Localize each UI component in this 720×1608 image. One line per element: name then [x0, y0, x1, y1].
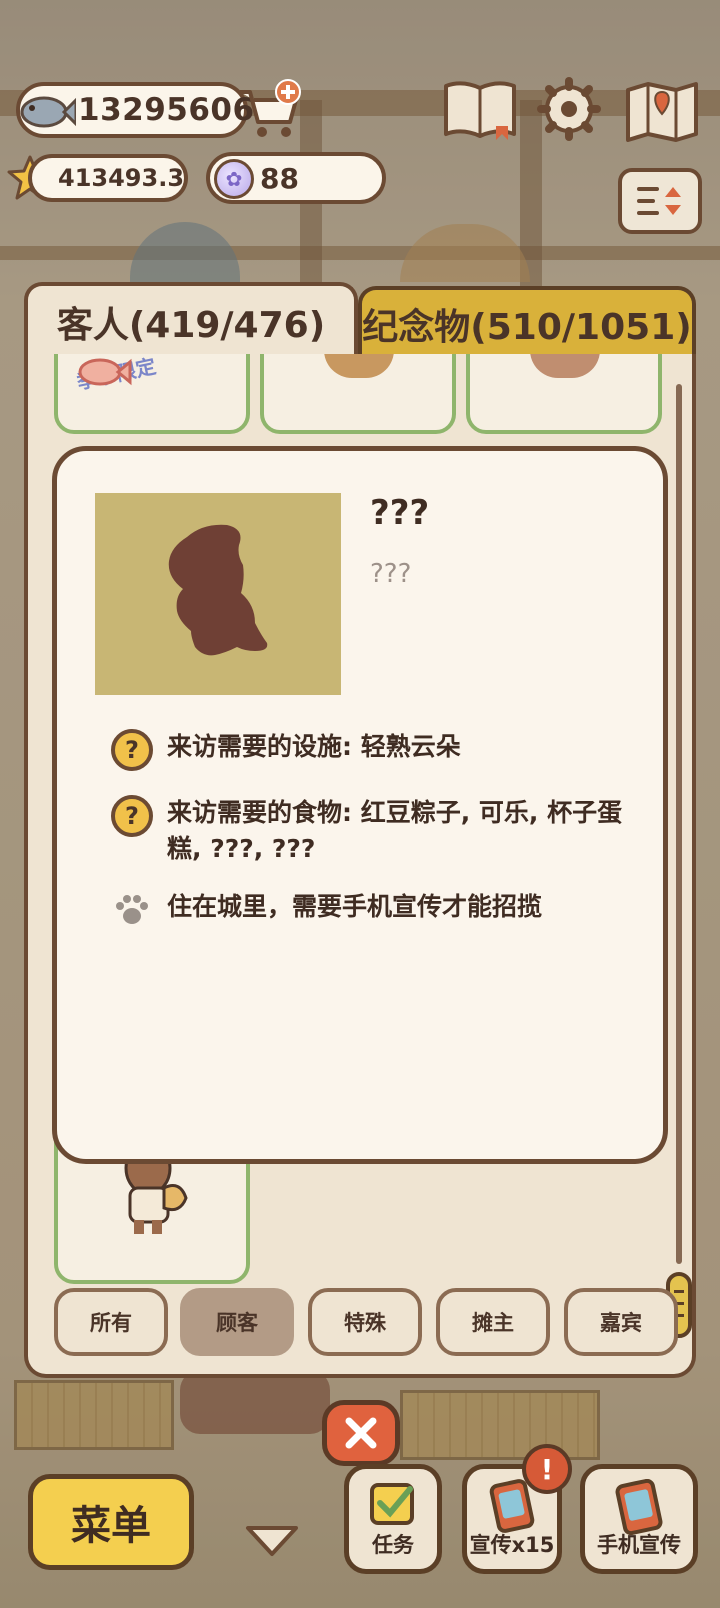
- menu-label: 菜单: [71, 1503, 151, 1549]
- shop-cart-button[interactable]: [236, 78, 302, 142]
- paw-coin-icon: ✿: [214, 159, 254, 199]
- promotion-x15-label: 宣传x15: [469, 1533, 555, 1557]
- sort-icon: [637, 187, 681, 215]
- guest-detail-card: ??? ??? ? 来访需要的设施: 轻熟云朵 ? 来访需要的食物: 红豆粽子,…: [52, 446, 668, 1164]
- fish-currency-display: 13295606: [16, 82, 254, 138]
- season-fish-icon: [78, 358, 132, 386]
- close-button[interactable]: [322, 1400, 400, 1466]
- guest-name: ???: [370, 493, 430, 533]
- guest-card[interactable]: [260, 354, 456, 434]
- filter-label: 摊主: [472, 1311, 514, 1335]
- guest-description: ???: [370, 559, 412, 589]
- map-icon[interactable]: [622, 76, 702, 142]
- filter-label: 顾客: [216, 1311, 258, 1335]
- guest-habitat-note: 住在城里，需要手机宣传才能招揽: [111, 889, 637, 931]
- book-icon[interactable]: [440, 76, 520, 142]
- paw-icon: [111, 889, 153, 931]
- tab-souvenirs-label: 纪念物(510/1051): [362, 307, 692, 348]
- guest-habitat-text: 住在城里，需要手机宣传才能招揽: [167, 892, 543, 921]
- filter-special[interactable]: 特殊: [308, 1288, 422, 1356]
- paw-coin-count: 88: [260, 161, 299, 195]
- facility-requirement-text: 来访需要的设施: 轻熟云朵: [167, 732, 461, 761]
- phone-promotion-button[interactable]: 手机宣传: [580, 1464, 698, 1574]
- filter-label: 特殊: [344, 1311, 386, 1335]
- filter-label: 所有: [90, 1311, 132, 1335]
- question-icon: ?: [111, 729, 153, 771]
- tab-guests-label: 客人(419/476): [56, 305, 326, 346]
- checklist-icon: [370, 1483, 414, 1525]
- filter-label: 嘉宾: [600, 1311, 642, 1335]
- filter-all[interactable]: 所有: [54, 1288, 168, 1356]
- fish-count: 13295606: [78, 92, 255, 128]
- star-count: 413493.3: [58, 164, 185, 192]
- collapse-arrow-icon[interactable]: [242, 1520, 302, 1560]
- tasks-label: 任务: [372, 1533, 414, 1557]
- sort-button[interactable]: [618, 168, 702, 234]
- close-icon: [345, 1417, 377, 1449]
- tasks-button[interactable]: 任务: [344, 1464, 442, 1574]
- star-currency-display: 413493.3: [28, 154, 188, 202]
- scrollbar-track[interactable]: [676, 384, 682, 1264]
- fish-icon: [20, 96, 76, 128]
- filter-vendors[interactable]: 摊主: [436, 1288, 550, 1356]
- filter-guests-vip[interactable]: 嘉宾: [564, 1288, 678, 1356]
- facility-requirement: ? 来访需要的设施: 轻熟云朵: [111, 729, 637, 771]
- tab-souvenirs[interactable]: 纪念物(510/1051): [358, 286, 696, 358]
- menu-button[interactable]: 菜单: [28, 1474, 194, 1570]
- food-requirement-text: 来访需要的食物: 红豆粽子, 可乐, 杯子蛋糕, ???, ???: [167, 798, 623, 863]
- gear-icon[interactable]: [534, 76, 604, 142]
- unknown-guest-silhouette: [168, 524, 268, 656]
- food-requirement: ? 来访需要的食物: 红豆粽子, 可乐, 杯子蛋糕, ???, ???: [111, 795, 637, 867]
- phone-icon: [615, 1479, 663, 1535]
- question-icon: ?: [111, 795, 153, 837]
- paw-coin-display: ✿ 88: [206, 152, 386, 204]
- guest-silhouette: [95, 493, 341, 695]
- tab-guests[interactable]: 客人(419/476): [24, 282, 358, 358]
- guest-card[interactable]: [466, 354, 662, 434]
- filter-customers[interactable]: 顾客: [180, 1288, 294, 1356]
- alert-badge: !: [522, 1444, 572, 1494]
